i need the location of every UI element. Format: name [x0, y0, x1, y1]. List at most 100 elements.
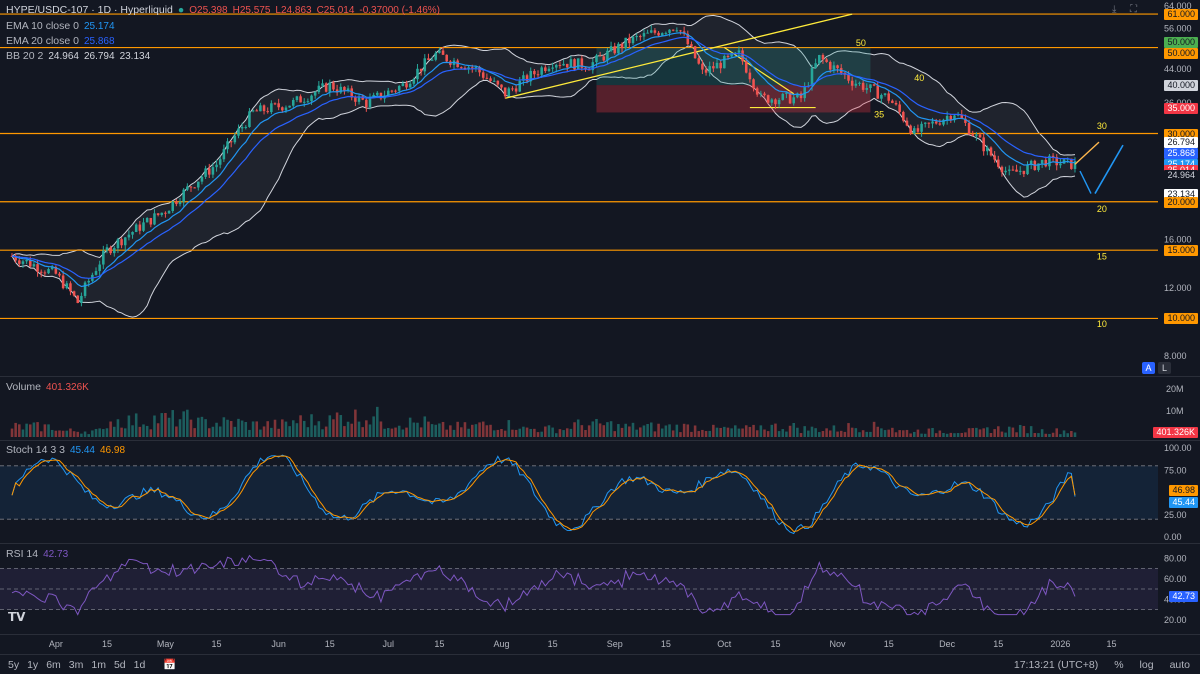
candle-body — [460, 67, 463, 69]
ema10-legend[interactable]: EMA 10 close 0 25.174 — [6, 20, 115, 32]
volume-bar — [704, 431, 708, 437]
log-toggle[interactable]: log — [1136, 659, 1158, 671]
projection-arrow-up — [1074, 141, 1100, 165]
rsi-pane-divider[interactable] — [0, 543, 1200, 544]
ema20-legend[interactable]: EMA 20 close 0 25.868 — [6, 35, 115, 47]
volume-legend[interactable]: Volume 401.326K — [6, 381, 89, 393]
calendar-icon[interactable]: 📅 — [159, 658, 180, 671]
volume-bar — [953, 433, 956, 437]
volume-bar — [500, 428, 503, 437]
log-scale-button[interactable]: L — [1158, 362, 1171, 374]
candle-body — [416, 68, 419, 80]
volume-bar — [690, 431, 693, 437]
volume-bar — [350, 423, 353, 437]
candle-body — [975, 134, 978, 136]
time-axis-label: 15 — [325, 639, 335, 649]
symbol-title[interactable]: HYPE/USDC-107 · 1D · Hyperliquid — [6, 4, 173, 16]
candle-body — [43, 272, 47, 274]
volume-bar — [445, 429, 448, 437]
candle-body — [156, 213, 160, 215]
volume-bar — [894, 432, 898, 437]
volume-bar — [785, 431, 788, 437]
volume-bar — [394, 427, 397, 437]
candle — [723, 54, 726, 69]
candle-body — [21, 261, 25, 264]
rsi-tag: 42.73 — [1169, 591, 1198, 603]
status-dot-icon: ● — [177, 4, 185, 16]
rsi-legend[interactable]: RSI 14 42.73 — [6, 548, 68, 560]
auto-toggle[interactable]: auto — [1166, 659, 1194, 671]
bottom-toolbar: 5y 1y 6m 3m 1m 5d 1d 📅 17:13:21 (UTC+8) % log … — [0, 654, 1200, 674]
volume-bar — [533, 428, 536, 437]
price-tag: 10.000 — [1164, 313, 1198, 325]
candle-body — [748, 72, 752, 80]
candle-body — [657, 32, 660, 36]
download-icon[interactable]: ⤓ — [1112, 4, 1116, 15]
candle — [83, 280, 87, 299]
volume-bar — [1018, 424, 1022, 437]
time-axis-label: Sep — [607, 639, 623, 649]
volume-bar — [905, 429, 909, 437]
candle-body — [854, 83, 858, 86]
candle-body — [693, 46, 697, 59]
volume-bar — [796, 427, 799, 437]
candle-body — [602, 56, 606, 61]
candle-body — [774, 99, 777, 105]
volume-bar — [631, 422, 635, 437]
volume-bar — [10, 428, 14, 437]
time-axis-label: Jul — [382, 639, 394, 649]
volume-bar — [916, 429, 920, 437]
candle-body — [80, 295, 83, 303]
volume-bar — [1066, 433, 1069, 437]
candle-body — [671, 29, 675, 31]
range-button-1y[interactable]: 1y — [23, 659, 42, 671]
level-annotation: 50 — [856, 38, 866, 48]
volume-bar — [284, 421, 288, 437]
percent-toggle[interactable]: % — [1110, 659, 1127, 671]
range-button-1m[interactable]: 1m — [87, 659, 110, 671]
range-button-1d[interactable]: 1d — [130, 659, 150, 671]
bb-legend[interactable]: BB 20 2 24.964 26.794 23.134 — [6, 50, 150, 62]
volume-bar — [686, 424, 690, 437]
volume-bar — [547, 425, 551, 437]
volume-bar — [237, 418, 240, 437]
time-axis-label: 15 — [993, 639, 1003, 649]
volume-bar — [478, 422, 481, 437]
time-axis-label: Dec — [939, 639, 956, 649]
price-tag: 50.000 — [1164, 36, 1198, 48]
stoch-legend[interactable]: Stoch 14 3 3 45.44 46.98 — [6, 444, 125, 456]
range-button-6m[interactable]: 6m — [42, 659, 65, 671]
volume-bar — [781, 429, 785, 437]
clock-time[interactable]: 17:13:21 (UTC+8) — [1010, 659, 1102, 671]
candle-body — [898, 104, 901, 112]
price-axis-label: 16.000 — [1164, 234, 1192, 244]
volume-bar — [102, 429, 105, 437]
time-axis-label: 15 — [434, 639, 444, 649]
candle-body — [368, 98, 372, 108]
candle-body — [971, 134, 974, 136]
candle — [503, 87, 507, 99]
volume-bar — [898, 430, 901, 437]
range-button-3m[interactable]: 3m — [65, 659, 88, 671]
range-button-5y[interactable]: 5y — [4, 659, 23, 671]
candle-body — [887, 93, 890, 101]
candle-body — [233, 135, 237, 143]
candle-body — [61, 275, 65, 289]
auto-scale-button[interactable]: A — [1142, 362, 1155, 374]
range-button-5d[interactable]: 5d — [110, 659, 130, 671]
candle-body — [302, 101, 306, 103]
stoch-pane-divider[interactable] — [0, 440, 1200, 441]
volume-bar — [671, 430, 675, 437]
volume-pane-divider[interactable] — [0, 376, 1200, 377]
volume-bar — [880, 428, 883, 437]
main-chart[interactable]: 64.00060.00056.00052.00048.00044.00036.0… — [0, 0, 1200, 674]
volume-bar — [1051, 432, 1055, 437]
volume-bar — [964, 432, 967, 437]
candle-body — [628, 37, 631, 44]
volume-bar — [869, 431, 872, 437]
volume-bar — [175, 426, 178, 437]
volume-bar — [401, 429, 405, 437]
candle-body — [978, 134, 982, 138]
fullscreen-icon[interactable]: ⛶ — [1130, 4, 1137, 15]
volume-bar — [36, 422, 39, 437]
